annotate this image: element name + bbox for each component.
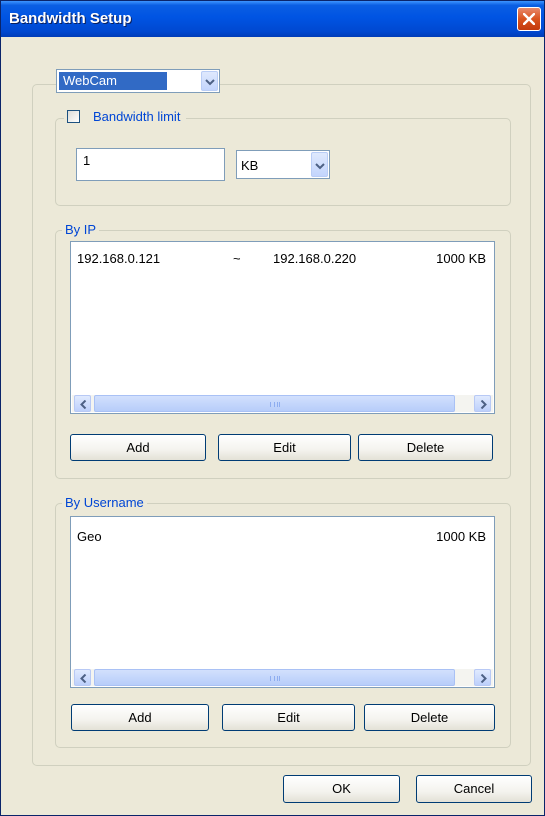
bandwidth-amount-value: 1	[83, 153, 91, 168]
window-title: Bandwidth Setup	[9, 10, 132, 27]
bandwidth-limit-label: Bandwidth limit	[93, 109, 181, 124]
device-select[interactable]: WebCam	[56, 69, 220, 93]
ip-edit-button[interactable]: Edit	[218, 434, 351, 461]
ip-end: 192.168.0.220	[273, 251, 357, 266]
bandwidth-amount-field[interactable]: 1	[76, 148, 225, 181]
chevron-down-icon[interactable]	[201, 71, 218, 91]
username-edit-button[interactable]: Edit	[222, 704, 355, 731]
ip-limit: 1000 KB	[436, 251, 486, 266]
title-bar[interactable]: Bandwidth Setup	[1, 1, 544, 37]
scroll-thumb[interactable]	[94, 669, 455, 686]
username-add-button[interactable]: Add	[71, 704, 209, 731]
bandwidth-unit-value: KB	[241, 158, 259, 173]
username-limit: 1000 KB	[436, 529, 486, 544]
ip-separator: ~	[233, 251, 241, 266]
chevron-right-icon	[480, 674, 487, 683]
by-username-legend: By Username	[62, 495, 147, 510]
bandwidth-limit-checkbox[interactable]	[67, 110, 80, 123]
table-row[interactable]: 192.168.0.121 ~ 192.168.0.220 1000 KB	[71, 249, 494, 267]
ip-add-button[interactable]: Add	[70, 434, 206, 461]
cancel-button[interactable]: Cancel	[416, 775, 532, 803]
username-delete-button[interactable]: Delete	[364, 704, 495, 731]
close-icon	[523, 13, 535, 25]
ok-button[interactable]: OK	[283, 775, 400, 803]
bandwidth-unit-select[interactable]: KB	[236, 150, 330, 179]
chevron-left-icon	[80, 674, 87, 683]
chevron-right-icon	[480, 400, 487, 409]
ip-list-scrollbar[interactable]	[72, 395, 493, 412]
scroll-right-button[interactable]	[474, 395, 491, 412]
bandwidth-limit-legend[interactable]: Bandwidth limit	[64, 109, 187, 124]
username-list-scrollbar[interactable]	[72, 669, 493, 686]
chevron-down-icon[interactable]	[311, 152, 328, 177]
scroll-left-button[interactable]	[74, 669, 91, 686]
ip-delete-button[interactable]: Delete	[358, 434, 493, 461]
ip-list[interactable]: 192.168.0.121 ~ 192.168.0.220 1000 KB	[70, 241, 495, 414]
device-select-value: WebCam	[59, 72, 167, 90]
chevron-left-icon	[80, 400, 87, 409]
by-ip-legend: By IP	[62, 222, 100, 237]
username: Geo	[77, 529, 102, 544]
close-button[interactable]	[517, 7, 541, 31]
scroll-thumb[interactable]	[94, 395, 455, 412]
scroll-right-button[interactable]	[474, 669, 491, 686]
table-row[interactable]: Geo 1000 KB	[71, 527, 494, 545]
username-list[interactable]: Geo 1000 KB	[70, 516, 495, 688]
bandwidth-setup-dialog: Bandwidth Setup WebCam Bandwidth limit 1…	[0, 0, 545, 816]
ip-start: 192.168.0.121	[77, 251, 161, 266]
scroll-left-button[interactable]	[74, 395, 91, 412]
